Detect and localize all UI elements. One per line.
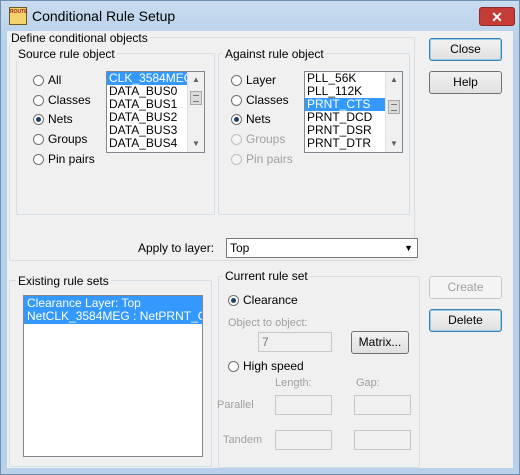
against-radio-classes[interactable]: Classes <box>231 93 289 107</box>
title-bar: ROUTE Conditional Rule Setup ✕ <box>1 1 519 31</box>
dialog-body: Define conditional objects Source rule o… <box>7 31 513 468</box>
current-rule-set-label: Current rule set <box>223 269 310 283</box>
length-label: Length: <box>275 377 312 389</box>
radio-button-icon <box>231 153 242 165</box>
against-radio-nets[interactable]: Nets <box>231 112 271 126</box>
existing-rule-sets-label: Existing rule sets <box>16 274 111 288</box>
dropdown-arrow-icon[interactable]: ▼ <box>404 239 413 257</box>
rule-set-line: NetCLK_3584MEG : NetPRNT_CTS <box>27 309 203 323</box>
radio-label: Classes <box>48 93 91 107</box>
create-button: Create <box>429 276 502 299</box>
parallel-gap-input[interactable] <box>354 395 411 415</box>
radio-label: Groups <box>48 132 88 146</box>
matrix-button[interactable]: Matrix... <box>351 331 409 354</box>
define-objects-label: Define conditional objects <box>9 31 150 45</box>
scroll-up-icon[interactable]: ▲ <box>188 72 204 88</box>
radio-button-icon[interactable] <box>33 133 44 145</box>
parallel-length-input[interactable] <box>275 395 332 415</box>
radio-label: All <box>48 73 62 87</box>
radio-label: Nets <box>48 112 73 126</box>
radio-button-icon[interactable] <box>228 360 239 372</box>
source-object-label: Source rule object <box>16 47 117 61</box>
source-radio-pin-pairs[interactable]: Pin pairs <box>33 152 95 166</box>
scroll-thumb[interactable] <box>190 91 202 105</box>
radio-button-selected-icon[interactable] <box>228 294 239 306</box>
window-title: Conditional Rule Setup <box>32 8 176 24</box>
radio-label: Classes <box>246 93 289 107</box>
radio-label: Pin pairs <box>48 152 95 166</box>
radio-label: Pin pairs <box>246 152 293 166</box>
source-radio-classes[interactable]: Classes <box>33 93 91 107</box>
source-radio-nets[interactable]: Nets <box>33 112 73 126</box>
gap-label: Gap: <box>356 377 380 389</box>
radio-label: Clearance <box>243 293 298 307</box>
radio-label: Groups <box>246 132 286 146</box>
radio-button-icon[interactable] <box>33 153 44 165</box>
existing-rule-sets-list[interactable]: Clearance Layer: Top NetCLK_3584MEG : Ne… <box>23 295 203 457</box>
against-radio-groups: Groups <box>231 132 285 146</box>
radio-button-icon[interactable] <box>33 94 44 106</box>
radio-button-icon[interactable] <box>231 74 242 86</box>
against-object-label: Against rule object <box>223 47 326 61</box>
help-button[interactable]: Help <box>429 71 502 94</box>
source-list-scrollbar[interactable]: ▲ ▼ <box>187 72 204 152</box>
apply-to-layer-label: Apply to layer: <box>138 241 215 255</box>
against-list-scrollbar[interactable]: ▲ ▼ <box>385 72 402 152</box>
scroll-down-icon[interactable]: ▼ <box>188 136 204 152</box>
delete-button[interactable]: Delete <box>429 309 502 332</box>
source-radio-all[interactable]: All <box>33 73 61 87</box>
apply-to-layer-dropdown[interactable]: Top ▼ <box>226 238 418 258</box>
tandem-length-input[interactable] <box>275 430 332 450</box>
radio-button-selected-icon[interactable] <box>231 113 242 125</box>
tandem-label: Tandem <box>223 434 263 446</box>
radio-button-icon <box>231 133 242 145</box>
source-radio-groups[interactable]: Groups <box>33 132 87 146</box>
app-icon: ROUTE <box>9 7 28 25</box>
against-radio-pin-pairs: Pin pairs <box>231 152 293 166</box>
rule-set-item[interactable]: Clearance Layer: Top NetCLK_3584MEG : Ne… <box>24 296 202 324</box>
scroll-down-icon[interactable]: ▼ <box>386 136 402 152</box>
dropdown-value: Top <box>230 241 250 255</box>
high-speed-radio[interactable]: High speed <box>228 359 304 373</box>
tandem-gap-input[interactable] <box>354 430 411 450</box>
source-object-list[interactable]: CLK_3584MEG DATA_BUS0 DATA_BUS1 DATA_BUS… <box>106 71 205 153</box>
scroll-up-icon[interactable]: ▲ <box>386 72 402 88</box>
object-to-object-input[interactable]: 7 <box>258 332 332 352</box>
close-window-icon[interactable]: ✕ <box>479 7 515 26</box>
radio-button-icon[interactable] <box>33 74 44 86</box>
radio-label: High speed <box>243 359 304 373</box>
dialog-window: ROUTE Conditional Rule Setup ✕ Define co… <box>0 0 520 475</box>
radio-label: Layer <box>246 73 277 87</box>
against-object-list[interactable]: PLL_56K PLL_112K PRNT_CTS PRNT_DCD PRNT_… <box>304 71 403 153</box>
parallel-label: Parallel <box>217 399 254 411</box>
clearance-radio[interactable]: Clearance <box>228 293 298 307</box>
radio-label: Nets <box>246 112 271 126</box>
object-to-object-label: Object to object: <box>228 317 308 329</box>
scroll-thumb[interactable] <box>388 100 400 114</box>
against-radio-layer[interactable]: Layer <box>231 73 276 87</box>
radio-button-selected-icon[interactable] <box>33 113 44 125</box>
close-button[interactable]: Close <box>429 38 502 61</box>
radio-button-icon[interactable] <box>231 94 242 106</box>
